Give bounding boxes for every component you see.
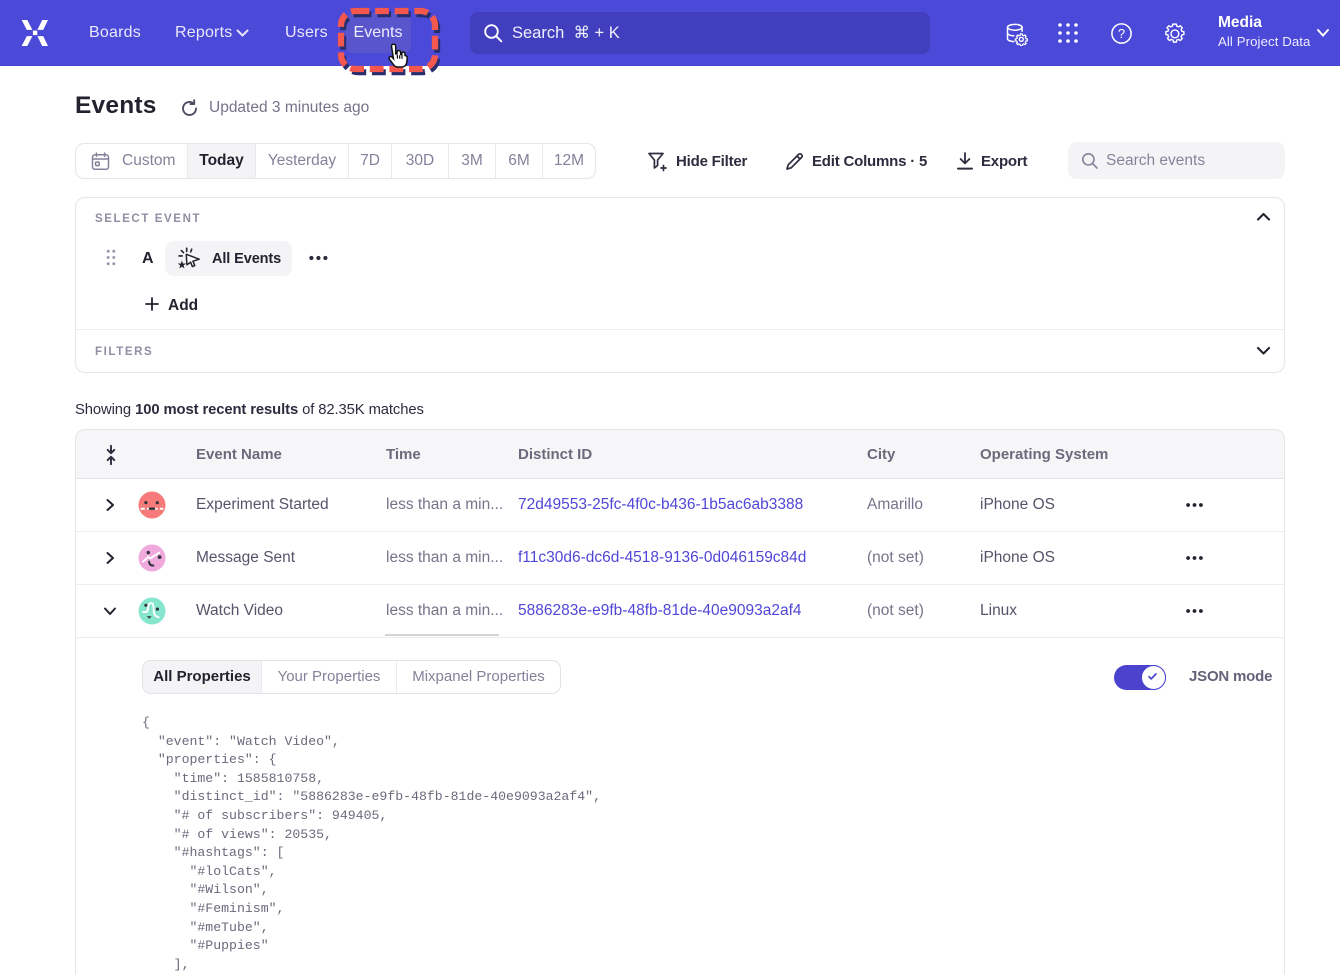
svg-text:?: ? [1118, 26, 1125, 41]
